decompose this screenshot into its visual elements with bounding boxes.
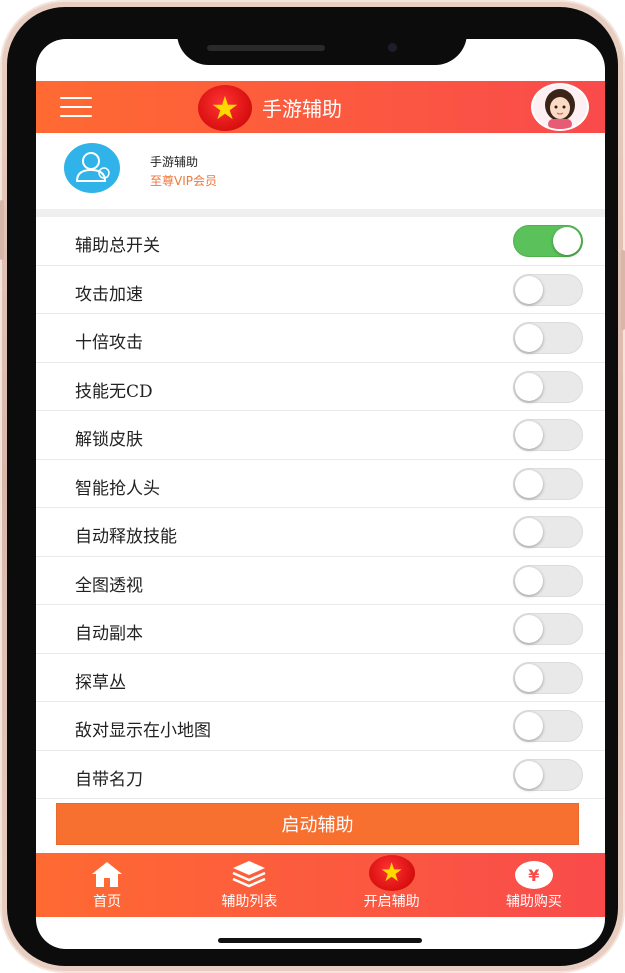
feature-toggle[interactable]	[513, 467, 583, 500]
feature-toggle[interactable]	[513, 516, 583, 548]
toggle-knob	[515, 712, 543, 740]
star-badge-icon: ★	[198, 85, 252, 131]
toggle-knob	[515, 275, 543, 304]
feature-row[interactable]: 智能抢人头	[36, 460, 605, 508]
toggle-knob	[515, 760, 543, 789]
nav-label-assist-list: 辅助列表	[221, 894, 278, 910]
feature-row[interactable]: 十倍攻击	[36, 314, 605, 363]
feature-label: 智能抢人头	[75, 478, 160, 499]
feature-row[interactable]: 技能无CD	[36, 363, 605, 411]
app-title: 手游辅助	[262, 97, 342, 121]
hamburger-menu-icon[interactable]	[60, 97, 92, 117]
speaker-grille	[207, 45, 325, 51]
feature-label: 全图透视	[75, 575, 143, 596]
feature-toggle[interactable]	[513, 613, 583, 645]
volume-button	[0, 200, 4, 260]
screen: ★ 手游辅助 手游辅助 至尊VIP会员 辅助总开关 攻击加速 十倍攻击 技能无C…	[36, 39, 605, 949]
toggle-knob	[515, 469, 543, 498]
home-indicator	[218, 938, 422, 943]
feature-toggle[interactable]	[513, 273, 583, 306]
toggle-knob	[515, 518, 543, 546]
home-icon	[92, 862, 123, 887]
feature-label: 十倍攻击	[75, 333, 143, 353]
start-assist-button[interactable]: 启动辅助	[56, 803, 579, 845]
section-divider	[36, 209, 605, 217]
user-profile-icon	[64, 143, 120, 193]
feature-row[interactable]: 自动释放技能	[36, 508, 605, 557]
feature-toggle[interactable]	[513, 322, 583, 354]
feature-toggle[interactable]	[513, 419, 583, 451]
bottom-nav: 首页 辅助列表 ★ 开启辅助 ¥ 辅助购买	[36, 853, 605, 917]
feature-label: 技能无CD	[75, 381, 153, 402]
toggle-knob	[515, 615, 543, 643]
feature-row[interactable]: 全图透视	[36, 557, 605, 605]
nav-label-home: 首页	[93, 894, 122, 910]
feature-row[interactable]: 辅助总开关	[36, 217, 605, 266]
phone-body: ★ 手游辅助 手游辅助 至尊VIP会员 辅助总开关 攻击加速 十倍攻击 技能无C…	[7, 7, 618, 966]
feature-label: 辅助总开关	[75, 236, 160, 256]
layers-icon	[232, 861, 266, 888]
feature-row[interactable]: 敌对显示在小地图	[36, 702, 605, 751]
toggle-knob	[515, 566, 543, 595]
notch	[177, 7, 467, 65]
feature-toggle[interactable]	[513, 758, 583, 791]
feature-toggle[interactable]	[513, 564, 583, 597]
feature-row[interactable]: 攻击加速	[36, 266, 605, 314]
feature-list: 辅助总开关攻击加速十倍攻击技能无CD 解锁皮肤智能抢人头自动释放技能 全图透视自动副…	[36, 217, 605, 799]
star-badge-icon: ★	[368, 855, 415, 891]
nav-item-purchase[interactable]: ¥ 辅助购买	[463, 853, 605, 917]
feature-toggle[interactable]	[513, 710, 583, 742]
yen-icon: ¥	[514, 861, 553, 889]
nav-item-enable-assist[interactable]: ★ 开启辅助	[321, 853, 463, 917]
power-button	[621, 250, 625, 330]
toggle-knob	[515, 663, 543, 692]
nav-label-enable-assist: 开启辅助	[363, 894, 420, 910]
feature-toggle[interactable]	[513, 661, 583, 694]
nav-item-home[interactable]: 首页	[36, 853, 178, 917]
feature-row[interactable]: 自动副本	[36, 605, 605, 654]
feature-label: 解锁皮肤	[75, 430, 143, 450]
toggle-knob	[515, 324, 543, 352]
feature-row[interactable]: 解锁皮肤	[36, 411, 605, 460]
feature-label: 敌对显示在小地图	[75, 721, 211, 741]
feature-row[interactable]: 自带名刀	[36, 751, 605, 799]
toggle-knob	[553, 227, 581, 255]
feature-label: 探草丛	[75, 672, 126, 693]
feature-toggle[interactable]	[513, 370, 583, 403]
toggle-knob	[515, 372, 543, 401]
nav-label-purchase: 辅助购买	[505, 894, 562, 910]
feature-label: 自动副本	[75, 624, 143, 644]
profile-card[interactable]: 手游辅助 至尊VIP会员	[36, 133, 605, 209]
toggle-knob	[515, 421, 543, 449]
feature-label: 自动释放技能	[75, 527, 177, 547]
profile-name: 手游辅助	[150, 155, 199, 169]
feature-toggle[interactable]	[513, 225, 583, 257]
front-camera	[388, 43, 397, 52]
feature-row[interactable]: 探草丛	[36, 654, 605, 702]
feature-label: 自带名刀	[75, 769, 143, 790]
user-avatar-icon[interactable]	[531, 83, 589, 131]
app-header: ★ 手游辅助	[36, 81, 605, 133]
vip-level: 至尊VIP会员	[150, 174, 217, 188]
nav-item-assist-list[interactable]: 辅助列表	[178, 853, 320, 917]
feature-label: 攻击加速	[75, 284, 143, 305]
